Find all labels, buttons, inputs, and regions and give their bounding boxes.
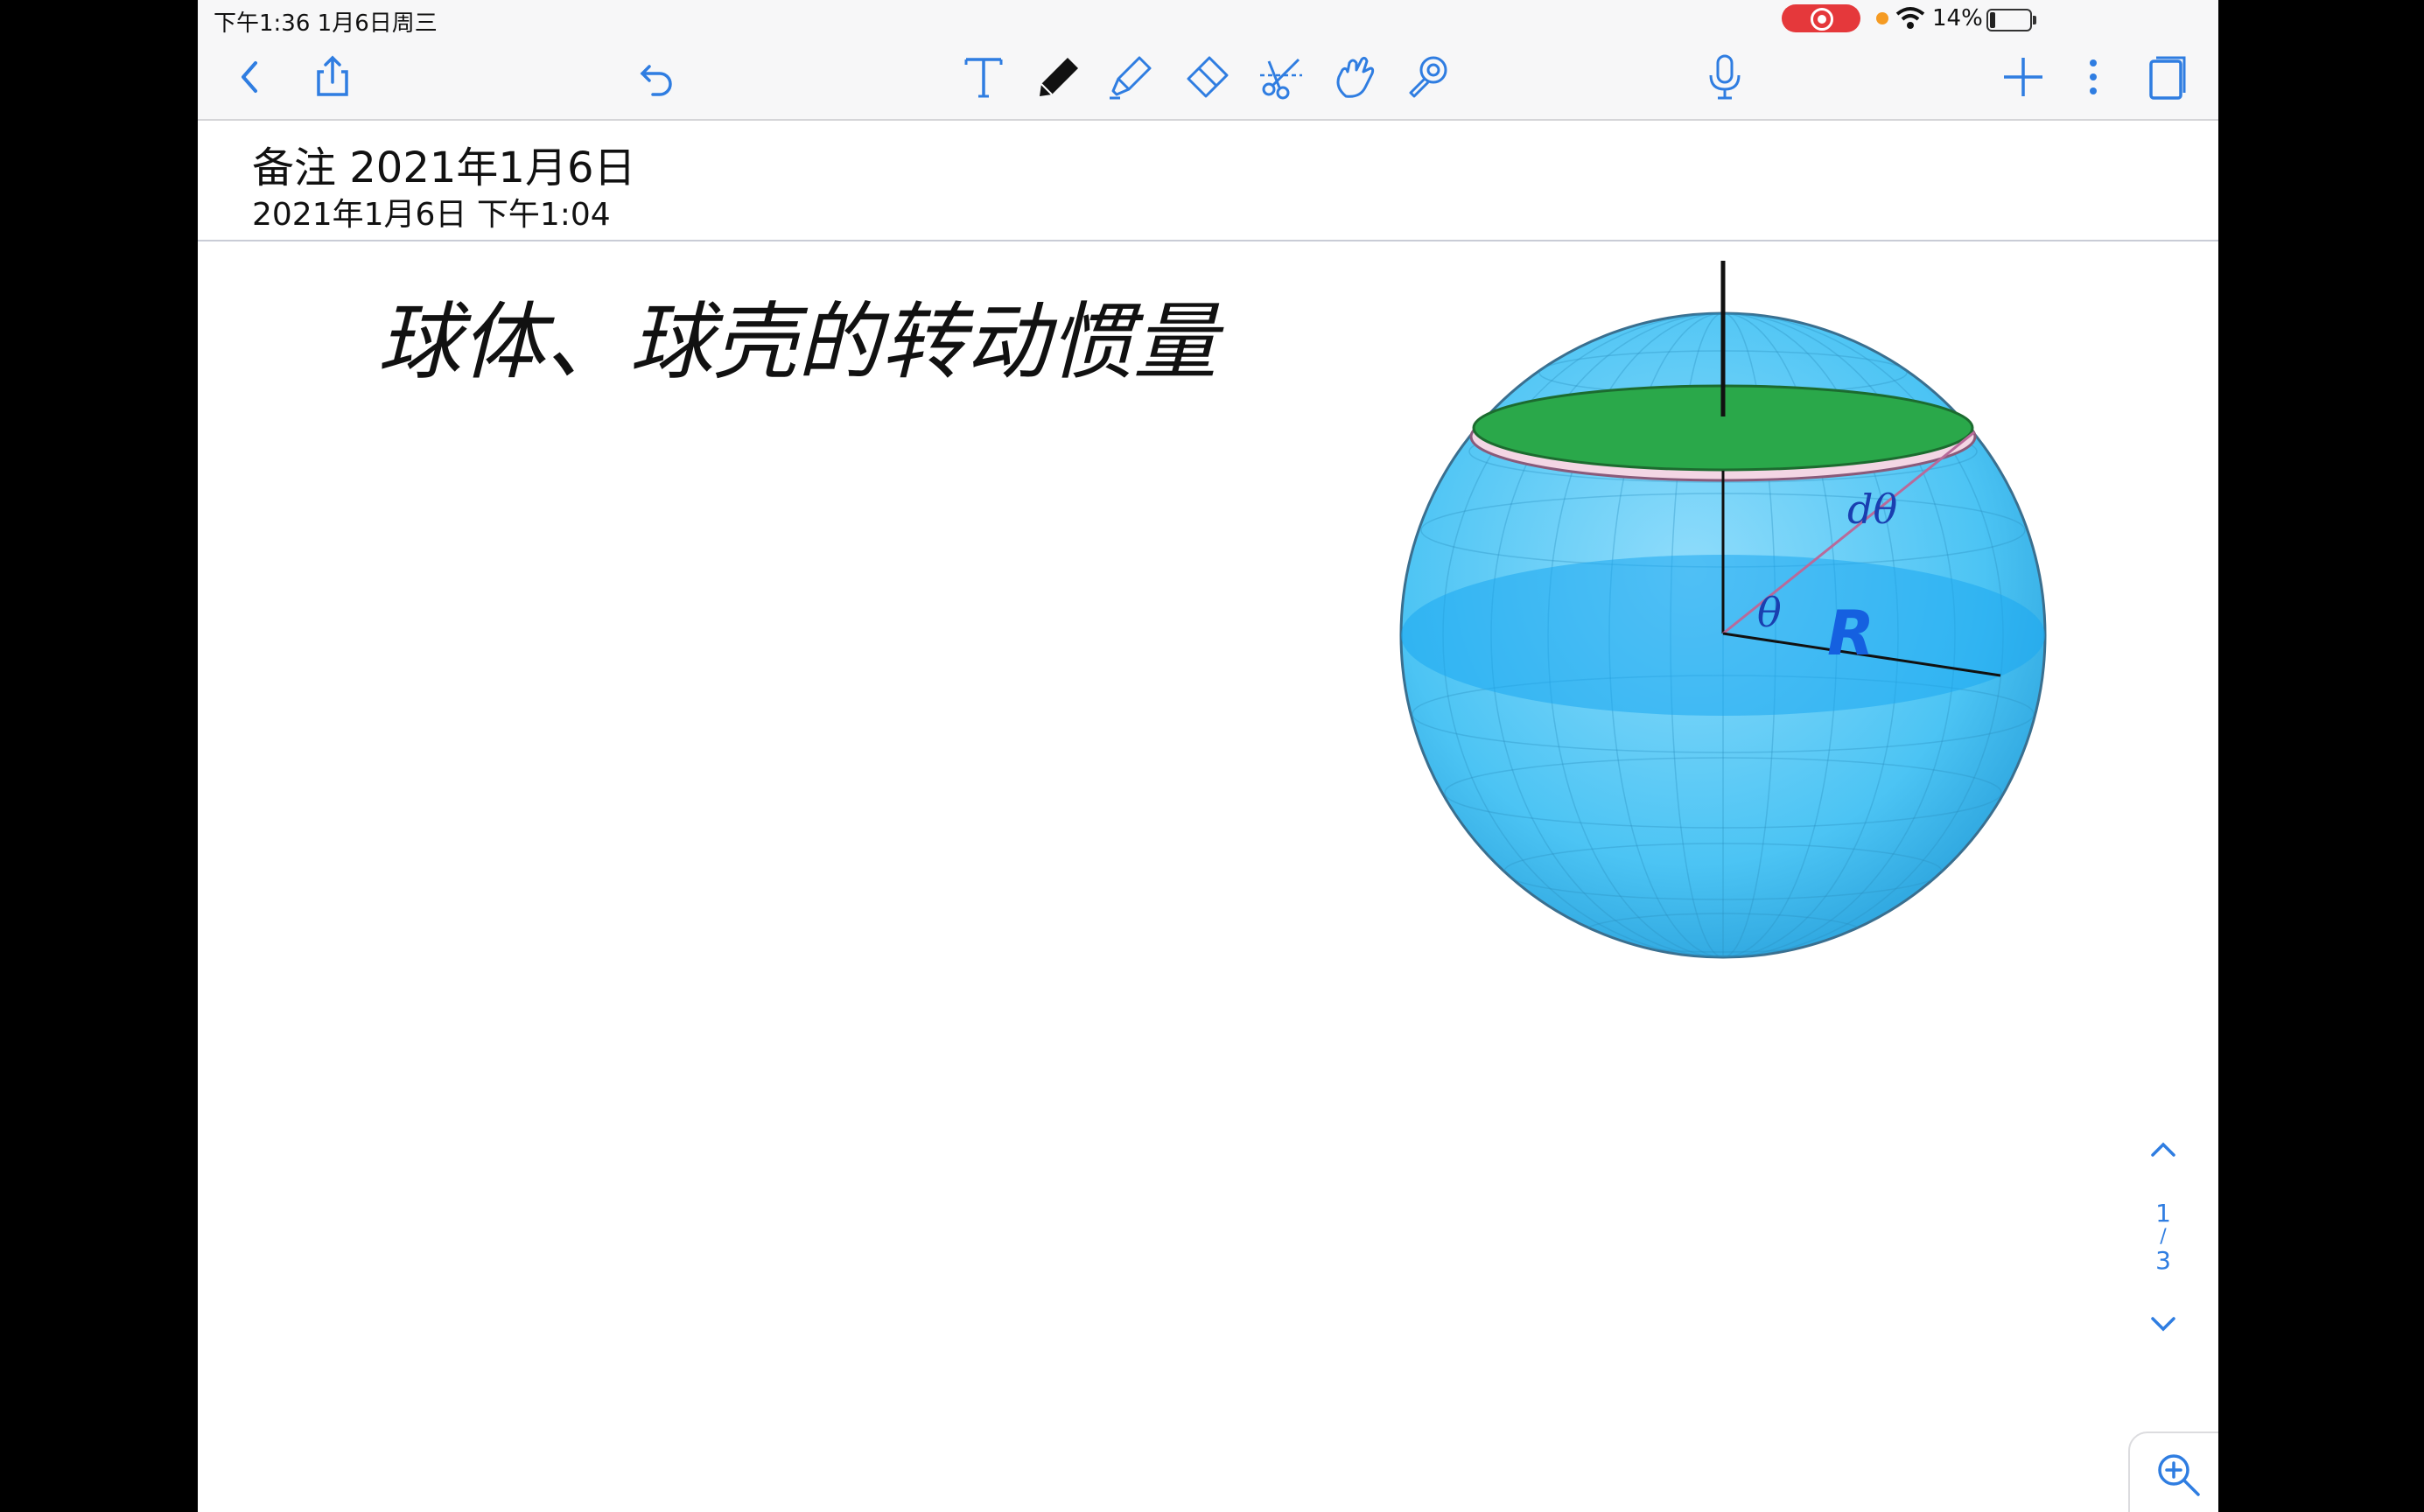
ipad-screen: 下午1:36 1月6日周三 14% 备注 2021年1月6日 2021年1月6日… bbox=[198, 0, 2218, 1512]
add-button[interactable] bbox=[1995, 49, 2051, 105]
wifi-icon bbox=[1895, 7, 1925, 29]
pen-tool-icon bbox=[1040, 58, 1078, 96]
hand-tool[interactable] bbox=[1327, 49, 1383, 105]
pages-icon bbox=[2149, 56, 2186, 100]
lasso-tool[interactable] bbox=[1253, 49, 1309, 105]
mic-in-use-dot bbox=[1876, 12, 1888, 24]
note-title[interactable]: 备注 2021年1月6日 bbox=[252, 133, 636, 194]
more-icon bbox=[2090, 60, 2097, 94]
screen-recording-indicator[interactable] bbox=[1782, 4, 1860, 32]
sphere-figure: dθ θ R bbox=[1399, 261, 2047, 959]
drawing-layer: 球体、球壳的转动惯量 dθ θ R bbox=[377, 261, 2047, 959]
zoom-button[interactable] bbox=[2128, 1432, 2218, 1512]
laser-pointer-icon bbox=[1409, 56, 1447, 98]
battery-icon bbox=[1986, 9, 2036, 32]
eraser-tool[interactable] bbox=[1178, 49, 1234, 105]
lasso-scissors-icon bbox=[1260, 58, 1302, 100]
battery-percent: 14% bbox=[1932, 5, 1983, 32]
page-navigator: 1 / 3 bbox=[2137, 1138, 2189, 1382]
toolbar bbox=[198, 37, 2218, 121]
record-audio-button[interactable] bbox=[1697, 49, 1753, 105]
page-down-icon[interactable] bbox=[2146, 1312, 2181, 1336]
more-button[interactable] bbox=[2065, 49, 2121, 105]
hand-pointer-icon bbox=[1336, 56, 1375, 98]
pen-tool[interactable] bbox=[1029, 49, 1085, 105]
theta-label: θ bbox=[1757, 589, 1782, 636]
record-icon bbox=[1811, 8, 1833, 31]
pages-button[interactable] bbox=[2139, 49, 2195, 105]
current-page: 1 bbox=[2155, 1199, 2171, 1228]
share-button[interactable] bbox=[305, 49, 361, 105]
add-icon bbox=[2004, 58, 2042, 96]
share-icon bbox=[317, 55, 348, 96]
back-icon bbox=[242, 61, 257, 93]
note-date: 2021年1月6日 下午1:04 bbox=[252, 197, 611, 233]
highlighter-tool[interactable] bbox=[1103, 49, 1159, 105]
dtheta-label: dθ bbox=[1847, 486, 1897, 533]
status-bar: 下午1:36 1月6日周三 14% bbox=[198, 0, 2218, 37]
handwritten-heading: 球体、球壳的转动惯量 bbox=[377, 293, 1224, 391]
back-button[interactable] bbox=[222, 49, 278, 105]
zoom-in-icon bbox=[2158, 1454, 2200, 1496]
radius-label: R bbox=[1827, 598, 1874, 669]
status-time: 下午1:36 1月6日周三 bbox=[214, 10, 438, 37]
text-tool[interactable] bbox=[956, 49, 1012, 105]
highlighter-tool-icon bbox=[1110, 56, 1152, 100]
microphone-icon bbox=[1709, 54, 1741, 100]
laser-pointer-tool[interactable] bbox=[1400, 49, 1456, 105]
page-up-icon[interactable] bbox=[2146, 1138, 2181, 1162]
text-tool-icon bbox=[964, 58, 1003, 98]
page-separator: / bbox=[2160, 1226, 2167, 1248]
eraser-tool-icon bbox=[1187, 56, 1229, 98]
undo-icon bbox=[640, 65, 672, 96]
note-header: 备注 2021年1月6日 2021年1月6日 下午1:04 bbox=[198, 121, 2218, 242]
total-pages: 3 bbox=[2155, 1246, 2171, 1275]
note-canvas[interactable]: 球体、球壳的转动惯量 dθ θ R bbox=[198, 242, 2218, 1512]
undo-button[interactable] bbox=[630, 49, 686, 105]
